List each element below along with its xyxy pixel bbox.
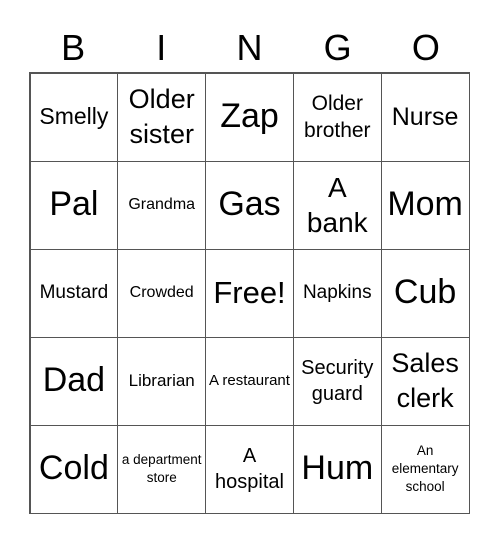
bingo-cell: Cub — [380, 248, 470, 338]
bingo-cell: Mom — [380, 160, 470, 250]
header-letter-n: N — [236, 27, 263, 68]
bingo-cell: Older sister — [117, 72, 207, 162]
bingo-cell: Free! — [205, 248, 294, 338]
bingo-cell: a department store — [117, 424, 207, 514]
bingo-cell: Cold — [29, 424, 119, 514]
bingo-cell: Older brother — [292, 72, 382, 162]
bingo-cell: Hum — [292, 424, 382, 514]
bingo-cell: A restaurant — [205, 336, 294, 426]
bingo-cell: Grandma — [117, 160, 207, 250]
header-letter-o: O — [411, 27, 440, 68]
bingo-grid: Smelly Older sister Zap Older brother Nu… — [29, 72, 470, 514]
bingo-cell: Nurse — [380, 72, 470, 162]
bingo-cell: Gas — [205, 160, 294, 250]
bingo-cell: Napkins — [292, 248, 382, 338]
header-letter-g: G — [323, 27, 352, 68]
bingo-cell: A hospital — [205, 424, 294, 514]
bingo-cell: Sales clerk — [380, 336, 470, 426]
bingo-cell: A bank — [292, 160, 382, 250]
bingo-cell: Mustard — [29, 248, 119, 338]
bingo-header: B I N G O — [29, 26, 470, 70]
header-letter-b: B — [61, 27, 86, 68]
bingo-cell: An elementary school — [380, 424, 470, 514]
bingo-cell: Pal — [29, 160, 119, 250]
bingo-cell: Security guard — [292, 336, 382, 426]
bingo-cell: Crowded — [117, 248, 207, 338]
bingo-cell: Librarian — [117, 336, 207, 426]
header-letter-i: I — [156, 27, 167, 68]
bingo-cell: Smelly — [29, 72, 119, 162]
bingo-cell: Zap — [205, 72, 294, 162]
bingo-cell: Dad — [29, 336, 119, 426]
